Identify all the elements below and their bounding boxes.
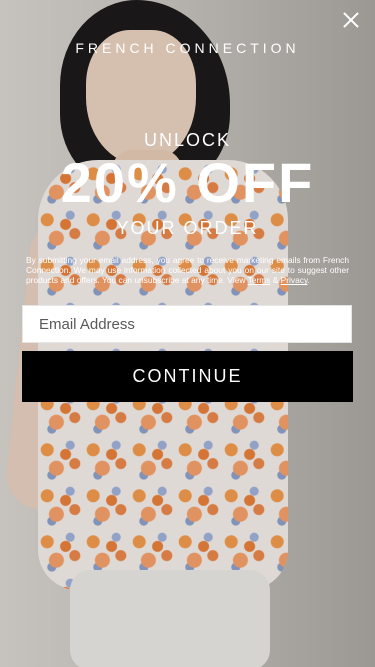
- continue-button[interactable]: CONTINUE: [22, 351, 353, 402]
- email-input[interactable]: [22, 305, 352, 343]
- close-icon[interactable]: [341, 10, 361, 30]
- discount-headline: 20% OFF: [60, 151, 315, 214]
- brand-logo: FRENCH CONNECTION: [75, 40, 300, 56]
- period-text: .: [307, 275, 310, 286]
- popup-screen: FRENCH CONNECTION UNLOCK 20% OFF YOUR OR…: [0, 0, 375, 667]
- privacy-link[interactable]: Privacy: [281, 275, 308, 285]
- legal-disclaimer: By submitting your email address, you ag…: [26, 255, 349, 286]
- unlock-text: UNLOCK: [143, 130, 231, 150]
- amp-text: &: [272, 275, 279, 286]
- your-order-text: YOUR ORDER: [116, 218, 259, 238]
- terms-link[interactable]: Terms: [248, 275, 271, 285]
